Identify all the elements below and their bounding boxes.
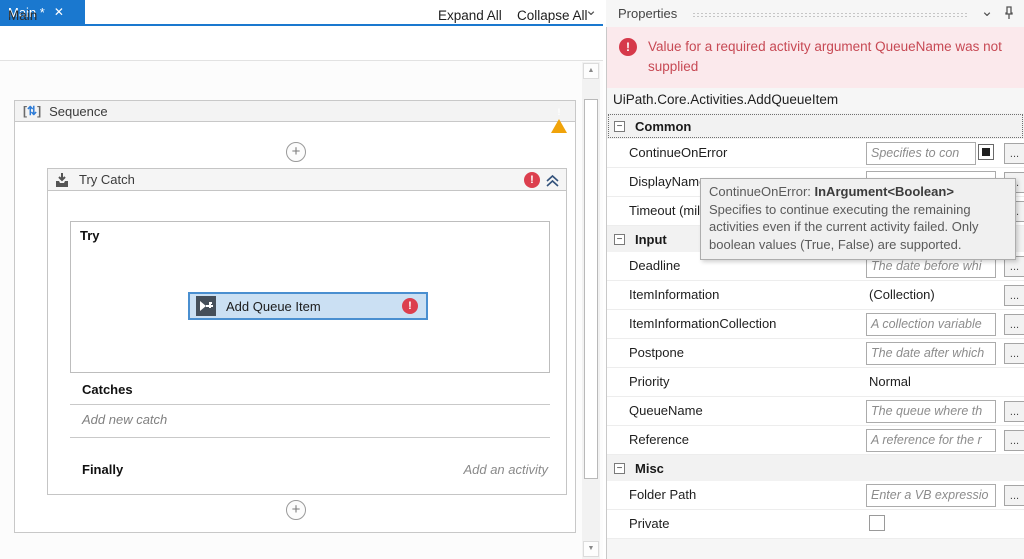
activity-label: Add Queue Item xyxy=(226,299,392,314)
uipath-studio-window: Main * ✕ ⌄ Main Expand All Collapse All … xyxy=(0,0,1024,559)
ellipsis-button[interactable]: ... xyxy=(1004,285,1024,306)
collapse-all-button[interactable]: Collapse All xyxy=(517,8,588,23)
tooltip-body: Specifies to continue executing the rema… xyxy=(709,201,1007,254)
private-checkbox[interactable] xyxy=(869,515,885,531)
breadcrumb[interactable]: Main xyxy=(8,8,37,23)
pin-icon[interactable] xyxy=(1003,6,1015,20)
folderpath-input[interactable]: Enter a VB expressio xyxy=(866,484,996,507)
try-label: Try xyxy=(80,228,100,243)
property-row-reference: Reference A reference for the r ... xyxy=(607,426,1024,455)
chevron-down-icon[interactable]: ⌄ xyxy=(978,3,996,23)
try-catch-title: Try Catch xyxy=(79,172,135,187)
scroll-down-icon[interactable]: ▼ xyxy=(583,541,599,557)
panel-grip-texture[interactable] xyxy=(692,12,967,17)
document-tab-strip xyxy=(0,0,603,24)
property-row-priority: Priority Normal xyxy=(607,368,1024,397)
error-badge-icon: ! xyxy=(524,172,540,188)
collapse-section-icon[interactable]: − xyxy=(614,121,625,132)
section-header-common[interactable]: − Common xyxy=(607,113,1024,139)
validation-error-text: Value for a required activity argument Q… xyxy=(648,37,1004,77)
queuename-input[interactable]: The queue where th xyxy=(866,400,996,423)
properties-title: Properties xyxy=(618,6,677,21)
sequence-icon: [⇅] xyxy=(23,104,41,118)
continueonerror-input[interactable]: Specifies to con xyxy=(866,142,976,165)
property-tooltip: ContinueOnError: InArgument<Boolean> Spe… xyxy=(700,178,1016,260)
try-catch-header[interactable]: Try Catch ! xyxy=(47,168,567,191)
property-row-queuename: QueueName The queue where th ... xyxy=(607,397,1024,426)
ellipsis-button[interactable]: ... xyxy=(1004,430,1024,451)
finally-label: Finally xyxy=(82,462,123,477)
property-row-iteminformation: ItemInformation (Collection) ... xyxy=(607,281,1024,310)
collapse-chevron-icon[interactable] xyxy=(544,172,561,189)
close-icon[interactable]: ✕ xyxy=(54,6,64,18)
add-an-activity-button[interactable]: Add an activity xyxy=(380,462,548,477)
breadcrumb-bar xyxy=(0,26,603,61)
ellipsis-button[interactable]: ... xyxy=(1004,343,1024,364)
catches-label: Catches xyxy=(82,382,133,397)
priority-value[interactable]: Normal xyxy=(869,374,911,389)
error-icon: ! xyxy=(619,38,637,56)
add-queue-item-icon xyxy=(196,296,216,316)
designer-pane: Main * ✕ ⌄ Main Expand All Collapse All … xyxy=(0,0,603,559)
try-catch-icon xyxy=(54,172,70,188)
divider xyxy=(70,404,550,405)
ellipsis-button[interactable]: ... xyxy=(1004,314,1024,335)
property-row-private: Private xyxy=(607,510,1024,539)
iteminformationcollection-input[interactable]: A collection variable xyxy=(866,313,996,336)
collapse-section-icon[interactable]: − xyxy=(614,234,625,245)
add-activity-plus-icon[interactable]: + xyxy=(286,500,306,520)
continueonerror-checkbox[interactable] xyxy=(978,144,994,160)
property-row-iteminformationcollection: ItemInformationCollection A collection v… xyxy=(607,310,1024,339)
property-row-folderpath: Folder Path Enter a VB expressio ... xyxy=(607,481,1024,510)
activity-class-name: UiPath.Core.Activities.AddQueueItem xyxy=(613,92,1018,107)
warning-icon: ! xyxy=(551,104,567,119)
error-badge-icon: ! xyxy=(402,298,418,314)
divider xyxy=(70,437,550,438)
add-queue-item-activity[interactable]: Add Queue Item ! xyxy=(188,292,428,320)
scroll-up-icon[interactable]: ▲ xyxy=(583,63,599,79)
iteminformation-value[interactable]: (Collection) xyxy=(869,287,935,302)
collapse-section-icon[interactable]: − xyxy=(614,463,625,474)
add-activity-plus-icon[interactable]: + xyxy=(286,142,306,162)
expand-all-button[interactable]: Expand All xyxy=(438,8,502,23)
reference-input[interactable]: A reference for the r xyxy=(866,429,996,452)
ellipsis-button[interactable]: ... xyxy=(1004,485,1024,506)
sequence-title: Sequence xyxy=(49,104,108,119)
scrollbar-thumb[interactable] xyxy=(584,99,598,479)
property-row-postpone: Postpone The date after which ... xyxy=(607,339,1024,368)
ellipsis-button[interactable]: ... xyxy=(1004,143,1024,164)
add-new-catch-button[interactable]: Add new catch xyxy=(82,412,167,427)
section-header-misc[interactable]: − Misc xyxy=(607,455,1024,481)
property-row-continueonerror: ContinueOnError Specifies to con ... xyxy=(607,139,1024,168)
postpone-input[interactable]: The date after which xyxy=(866,342,996,365)
ellipsis-button[interactable]: ... xyxy=(1004,401,1024,422)
sequence-header[interactable]: [⇅] Sequence ! xyxy=(14,100,576,122)
